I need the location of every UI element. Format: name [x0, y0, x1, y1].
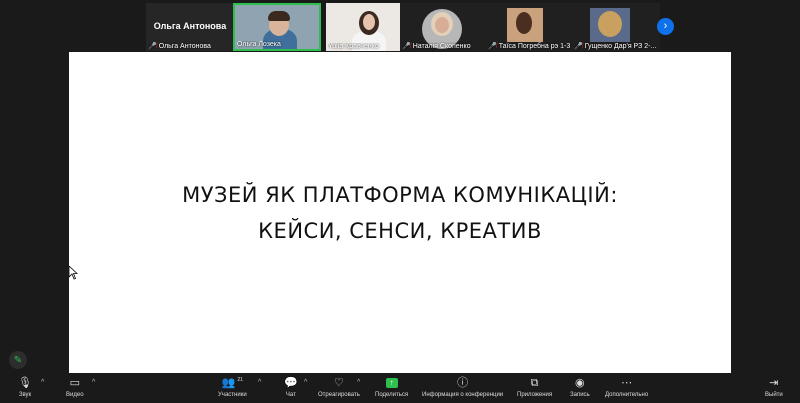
participant-tile-video[interactable]: 🎤̸ Гущенко Дар'я РЗ 2-...	[572, 3, 660, 51]
participant-video-hair	[598, 11, 622, 37]
participant-gallery: Ольга Антонова 🎤̸ Ольга Антонова Ольга Ло…	[0, 0, 800, 52]
slide-title-line-1: МУЗЕЙ ЯК ПЛАТФОРМА КОМУНІКАЦІЙ:	[182, 182, 618, 207]
apps-label: Приложения	[517, 392, 553, 398]
more-button[interactable]: ⋯ Дополнительно	[605, 376, 648, 398]
more-dots-icon: ⋯	[621, 377, 633, 389]
chat-button[interactable]: 💬 Чат	[284, 376, 298, 398]
participant-name-label: 🎤̸ Гущенко Дар'я РЗ 2-...	[574, 42, 657, 51]
participant-tile-video[interactable]: 🎤̸ Наталія Скопенко	[400, 3, 488, 51]
video-off-icon: ▭	[69, 377, 80, 389]
apps-icon: ⧉	[530, 377, 539, 389]
participant-name-label: 🎤̸ Ольга Антонова	[148, 42, 211, 51]
mic-muted-icon: 🎤̸	[148, 43, 157, 50]
audio-options-caret-icon[interactable]: ^	[41, 379, 44, 386]
annotate-pencil-icon[interactable]: ✎	[9, 351, 27, 369]
participants-label: Участники	[218, 392, 247, 398]
video-button[interactable]: ▭ Видео	[66, 376, 84, 398]
more-label: Дополнительно	[605, 392, 649, 398]
apps-button[interactable]: ⧉ Приложения	[517, 376, 552, 398]
participants-icon: 👥 21	[222, 376, 243, 390]
chevron-right-icon[interactable]: ›	[657, 18, 674, 35]
video-options-caret-icon[interactable]: ^	[92, 379, 95, 386]
leave-button[interactable]: ⇥ Выйти	[765, 376, 783, 398]
record-icon: ◉	[575, 377, 585, 389]
participant-video-face	[363, 14, 375, 30]
mic-muted-icon: 🎤̸	[488, 43, 497, 50]
record-button[interactable]: ◉ Запись	[570, 376, 590, 398]
mic-muted-icon: 🎙	[18, 377, 32, 389]
participants-button[interactable]: 👥 21 Участники	[218, 376, 247, 398]
participant-tile-video[interactable]: 🎤̸ Таїса Погребна рэ 1-3	[486, 3, 574, 51]
slide-title-line-2: КЕЙСИ, СЕНСИ, КРЕАТИВ	[258, 218, 542, 243]
participants-options-caret-icon[interactable]: ^	[258, 379, 261, 386]
participant-video-hair	[516, 12, 532, 34]
info-label: Информация о конференции	[422, 392, 504, 398]
video-label: Видео	[66, 392, 84, 398]
participant-name-label: Ольга Лозека	[237, 41, 281, 48]
meeting-toolbar: 🎙 Звук ^ ▭ Видео ^ 👥 21 Участники ^ 💬 Чат…	[0, 373, 800, 403]
participant-tile-video[interactable]: Ольга Лозека	[233, 3, 321, 51]
participant-name-label: 🎤̸ Наталія Скопенко	[402, 42, 471, 51]
meeting-info-button[interactable]: ⓘ Информация о конференции	[422, 376, 503, 398]
participant-video-face	[435, 17, 449, 33]
participant-tile-active-speaker[interactable]: Ольга Антонова 🎤̸ Ольга Антонова	[146, 3, 234, 51]
participant-name-large: Ольга Антонова	[153, 21, 227, 31]
mouse-cursor-icon	[69, 266, 78, 280]
react-label: Отреагировать	[318, 392, 360, 398]
mic-muted-icon: 🎤̸	[402, 43, 411, 50]
chat-label: Чат	[285, 392, 296, 398]
react-button[interactable]: ♡ Отреагировать	[318, 376, 360, 398]
mic-muted-icon: 🎤̸	[574, 43, 583, 50]
record-label: Запись	[570, 392, 590, 398]
chat-icon: 💬	[284, 377, 298, 389]
react-options-caret-icon[interactable]: ^	[357, 379, 360, 386]
participant-name-label: 🎤̸ Таїса Погребна рэ 1-3	[488, 42, 571, 51]
audio-label: Звук	[18, 392, 32, 398]
audio-button[interactable]: 🎙 Звук	[18, 376, 32, 398]
heart-icon: ♡	[333, 377, 344, 389]
share-screen-icon: ↑	[385, 378, 398, 388]
participants-count: 21	[237, 377, 243, 383]
shared-screen-area: МУЗЕЙ ЯК ПЛАТФОРМА КОМУНІКАЦІЙ: КЕЙСИ, С…	[0, 52, 800, 373]
info-icon: ⓘ	[457, 377, 469, 389]
participant-video-hair	[268, 11, 290, 21]
leave-label: Выйти	[765, 392, 783, 398]
presentation-slide: МУЗЕЙ ЯК ПЛАТФОРМА КОМУНІКАЦІЙ: КЕЙСИ, С…	[69, 52, 731, 373]
share-label: Поделиться	[375, 392, 409, 398]
leave-icon: ⇥	[769, 377, 779, 389]
share-screen-button[interactable]: ↑ Поделиться	[375, 376, 408, 398]
chat-options-caret-icon[interactable]: ^	[304, 379, 307, 386]
